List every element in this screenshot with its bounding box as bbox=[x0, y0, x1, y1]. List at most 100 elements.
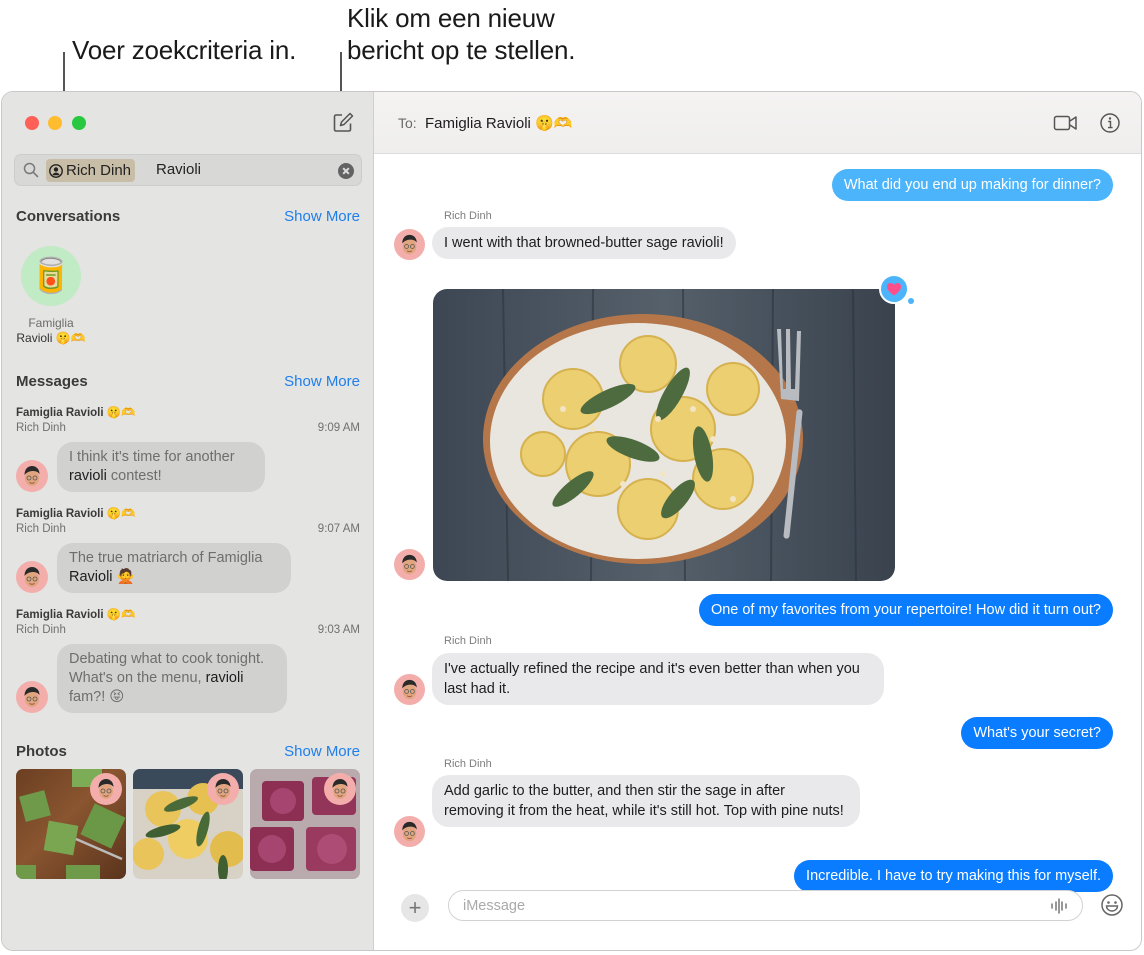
info-icon bbox=[1100, 113, 1120, 133]
message-result-sender: Rich Dinh bbox=[16, 624, 66, 636]
messages-header: Messages Show More bbox=[16, 373, 360, 390]
message-input[interactable] bbox=[448, 890, 1083, 921]
search-token-label: Rich Dinh bbox=[66, 162, 132, 179]
memoji-icon bbox=[402, 679, 417, 700]
memoji-icon bbox=[24, 466, 40, 486]
outgoing-message[interactable]: What did you end up making for dinner? bbox=[831, 169, 1113, 201]
avatar bbox=[394, 816, 425, 847]
messages-show-more[interactable]: Show More bbox=[284, 373, 360, 390]
callout-compose-line2: bericht op te stellen. bbox=[347, 35, 576, 65]
search-query[interactable]: Ravioli bbox=[156, 161, 201, 178]
close-window-button[interactable] bbox=[25, 116, 39, 130]
callout-compose-line1: Klik om een nieuw bbox=[347, 3, 555, 33]
message-result-bubble: The true matriarch of Famiglia Ravioli 🙅 bbox=[57, 543, 291, 593]
photo-thumbnail[interactable] bbox=[250, 769, 360, 879]
photo-message[interactable] bbox=[433, 289, 895, 581]
clear-search-icon[interactable] bbox=[338, 163, 354, 179]
search-match: ravioli bbox=[69, 468, 107, 484]
info-button[interactable] bbox=[1099, 112, 1125, 134]
search-icon bbox=[23, 162, 39, 178]
apps-plus-button[interactable]: + bbox=[401, 894, 429, 922]
message-composer: + bbox=[374, 880, 1141, 950]
memoji-icon bbox=[98, 779, 114, 799]
avatar bbox=[394, 229, 425, 260]
message-result-sender: Rich Dinh bbox=[16, 422, 66, 434]
heart-icon bbox=[887, 283, 901, 296]
message-result-group: Famiglia Ravioli 🤫🫶 bbox=[16, 407, 136, 419]
message-result-time: 9:07 AM bbox=[317, 523, 360, 535]
zoom-window-button[interactable] bbox=[72, 116, 86, 130]
memoji-icon bbox=[402, 234, 417, 255]
message-result-sender: Rich Dinh bbox=[16, 523, 66, 535]
message-result-bubble: Debating what to cook tonight. What's on… bbox=[57, 644, 287, 713]
emoji-picker-icon[interactable] bbox=[1100, 893, 1124, 917]
avatar bbox=[324, 773, 356, 805]
memoji-icon bbox=[332, 779, 348, 799]
conversations-header: Conversations Show More bbox=[16, 208, 360, 225]
outgoing-message[interactable]: What's your secret? bbox=[961, 717, 1113, 749]
memoji-icon bbox=[24, 567, 40, 587]
sender-name: Rich Dinh bbox=[444, 635, 492, 647]
conversations-title: Conversations bbox=[16, 208, 121, 225]
compose-icon bbox=[333, 112, 354, 132]
conversation-name-line1: Famiglia bbox=[28, 316, 74, 330]
incoming-message[interactable]: Add garlic to the butter, and then stir … bbox=[432, 775, 860, 827]
sender-name: Rich Dinh bbox=[444, 210, 492, 222]
avatar bbox=[207, 773, 239, 805]
avatar bbox=[394, 674, 425, 705]
photo-thumbnail[interactable] bbox=[133, 769, 243, 879]
memoji-icon bbox=[402, 554, 417, 575]
tomato-can-icon: 🥫 bbox=[29, 257, 73, 295]
callout-search: Voer zoekcriteria in. bbox=[72, 35, 297, 65]
conversations-show-more[interactable]: Show More bbox=[284, 208, 360, 225]
memoji-icon bbox=[215, 779, 231, 799]
message-result-group: Famiglia Ravioli 🤫🫶 bbox=[16, 609, 136, 621]
messages-title: Messages bbox=[16, 373, 88, 390]
avatar bbox=[16, 561, 48, 593]
message-result-group: Famiglia Ravioli 🤫🫶 bbox=[16, 508, 136, 520]
to-label: To: bbox=[398, 115, 417, 131]
message-result-time: 9:03 AM bbox=[317, 624, 360, 636]
sidebar: Rich Dinh Ravioli Conversations Show Mor… bbox=[2, 92, 374, 950]
avatar bbox=[90, 773, 122, 805]
compose-button[interactable] bbox=[332, 112, 354, 134]
message-result-time: 9:09 AM bbox=[317, 422, 360, 434]
minimize-window-button[interactable] bbox=[48, 116, 62, 130]
search-person-token[interactable]: Rich Dinh bbox=[46, 159, 136, 182]
avatar bbox=[394, 549, 425, 580]
conversation-header: To: Famiglia Ravioli 🤫🫶 bbox=[374, 92, 1141, 154]
person-circle-icon bbox=[49, 163, 63, 178]
outgoing-message[interactable]: One of my favorites from your repertoire… bbox=[698, 594, 1113, 626]
memoji-icon bbox=[402, 821, 417, 842]
memoji-icon bbox=[24, 687, 40, 707]
conversation-name-line2: Ravioli 🤫🫶 bbox=[16, 331, 86, 345]
photos-show-more[interactable]: Show More bbox=[284, 743, 360, 760]
audio-message-icon[interactable] bbox=[1049, 898, 1069, 914]
search-field[interactable]: Rich Dinh Ravioli bbox=[14, 154, 362, 186]
photos-title: Photos bbox=[16, 743, 67, 760]
tapback-tail bbox=[908, 298, 914, 304]
search-match: ravioli bbox=[205, 670, 244, 686]
group-avatar: 🥫 bbox=[21, 246, 81, 306]
photos-header: Photos Show More bbox=[16, 743, 360, 760]
conversation-pane: To: Famiglia Ravioli 🤫🫶 What did you end… bbox=[374, 92, 1141, 950]
message-result-bubble: I think it's time for another ravioli co… bbox=[57, 442, 265, 492]
heart-tapback[interactable] bbox=[879, 274, 909, 304]
incoming-message[interactable]: I've actually refined the recipe and it'… bbox=[432, 653, 884, 705]
facetime-button[interactable] bbox=[1053, 112, 1079, 134]
recipient-name[interactable]: Famiglia Ravioli 🤫🫶 bbox=[425, 114, 572, 132]
avatar bbox=[16, 460, 48, 492]
message-result[interactable]: Famiglia Ravioli 🤫🫶 Rich Dinh 9:09 AM I … bbox=[16, 406, 360, 492]
video-camera-icon bbox=[1053, 115, 1077, 131]
ravioli-photo bbox=[433, 289, 895, 581]
incoming-message[interactable]: I went with that browned-butter sage rav… bbox=[432, 227, 736, 259]
avatar bbox=[16, 681, 48, 713]
conversation-item[interactable]: 🥫 Famiglia Ravioli 🤫🫶 bbox=[14, 246, 88, 346]
message-result[interactable]: Famiglia Ravioli 🤫🫶 Rich Dinh 9:07 AM Th… bbox=[16, 507, 360, 593]
photo-thumbnail[interactable] bbox=[16, 769, 126, 879]
message-result[interactable]: Famiglia Ravioli 🤫🫶 Rich Dinh 9:03 AM De… bbox=[16, 608, 360, 713]
message-transcript: What did you end up making for dinner? R… bbox=[374, 155, 1141, 950]
sender-name: Rich Dinh bbox=[444, 758, 492, 770]
messages-window: Rich Dinh Ravioli Conversations Show Mor… bbox=[1, 91, 1142, 951]
search-match: Ravioli bbox=[69, 569, 113, 585]
